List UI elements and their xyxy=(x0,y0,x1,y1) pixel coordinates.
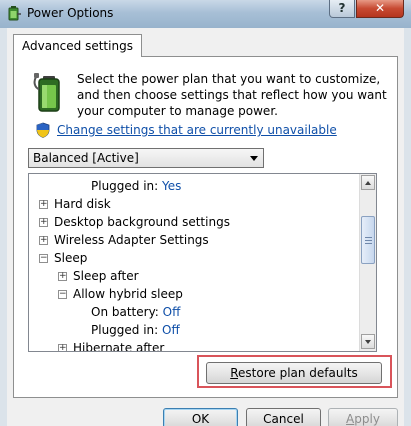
tree-row-label: On battery: xyxy=(91,305,159,319)
tree-row-label: Sleep after xyxy=(73,269,139,283)
apply-button[interactable]: Apply xyxy=(328,408,398,426)
cancel-button[interactable]: Cancel xyxy=(246,408,321,426)
tree-row[interactable]: + Wireless Adapter Settings xyxy=(39,231,209,249)
tree-row-label: Allow hybrid sleep xyxy=(73,287,183,301)
tree-row[interactable]: + Hibernate after xyxy=(58,339,165,352)
tree-row[interactable]: − Allow hybrid sleep xyxy=(58,285,183,303)
close-button[interactable]: ✕ xyxy=(356,0,404,18)
collapse-icon[interactable]: − xyxy=(58,290,67,299)
uac-shield-icon xyxy=(36,122,50,138)
tree-row[interactable]: Plugged in: Off xyxy=(91,321,180,339)
settings-tree[interactable]: Plugged in: Yes + Hard disk + Desktop ba… xyxy=(28,173,377,352)
tree-row-label: Plugged in: xyxy=(91,179,159,193)
power-options-window: Power Options ? ✕ Advanced settings Sele… xyxy=(0,0,411,426)
tree-row-value[interactable]: Off xyxy=(163,305,181,319)
tree-row-value[interactable]: Yes xyxy=(162,179,181,193)
tree-row[interactable]: + Hard disk xyxy=(39,195,111,213)
tree-row-label: Desktop background settings xyxy=(54,215,230,229)
title-bar[interactable]: Power Options ? ✕ xyxy=(0,0,411,28)
arrow-down-icon xyxy=(365,340,371,344)
help-button[interactable]: ? xyxy=(329,0,355,18)
expand-icon[interactable]: + xyxy=(39,236,48,245)
grip-icon xyxy=(365,237,372,238)
tree-row-label: Plugged in: xyxy=(91,323,159,337)
grip-icon xyxy=(365,243,372,244)
tree-row[interactable]: + Desktop background settings xyxy=(39,213,230,231)
intro-text: Select the power plan that you want to c… xyxy=(77,72,387,118)
tree-scrollbar[interactable] xyxy=(359,174,376,351)
grip-icon xyxy=(365,240,372,241)
power-plan-select[interactable]: Balanced [Active] xyxy=(28,148,264,168)
window-title: Power Options xyxy=(27,6,114,20)
tree-row[interactable]: On battery: Off xyxy=(91,303,180,321)
tree-row-label: Hibernate after xyxy=(73,341,165,352)
restore-plan-defaults-button[interactable]: Restore plan defaults xyxy=(206,362,382,384)
expand-icon[interactable]: + xyxy=(58,344,67,351)
power-options-icon xyxy=(8,6,21,21)
tree-row-label: Wireless Adapter Settings xyxy=(54,233,209,247)
scroll-down-button[interactable] xyxy=(361,334,375,349)
expand-icon[interactable]: + xyxy=(58,272,67,281)
tree-row-label: Hard disk xyxy=(54,197,111,211)
chevron-down-icon xyxy=(250,156,258,161)
tab-advanced-settings[interactable]: Advanced settings xyxy=(13,34,142,57)
expand-icon[interactable]: + xyxy=(39,218,48,227)
power-plan-selected-value: Balanced [Active] xyxy=(33,151,139,165)
tree-row[interactable]: − Sleep xyxy=(39,249,87,267)
battery-plug-icon xyxy=(33,73,60,112)
scroll-up-button[interactable] xyxy=(361,175,375,190)
expand-icon[interactable]: + xyxy=(39,200,48,209)
tree-row-label: Sleep xyxy=(54,251,88,265)
collapse-icon[interactable]: − xyxy=(39,254,48,263)
tree-row-value[interactable]: Off xyxy=(162,323,180,337)
scroll-thumb[interactable] xyxy=(361,216,375,264)
tree-row[interactable]: Plugged in: Yes xyxy=(91,177,181,195)
arrow-up-icon xyxy=(365,181,371,185)
change-settings-link[interactable]: Change settings that are currently unava… xyxy=(57,123,337,137)
tree-row[interactable]: + Sleep after xyxy=(58,267,139,285)
ok-button[interactable]: OK xyxy=(163,408,238,426)
